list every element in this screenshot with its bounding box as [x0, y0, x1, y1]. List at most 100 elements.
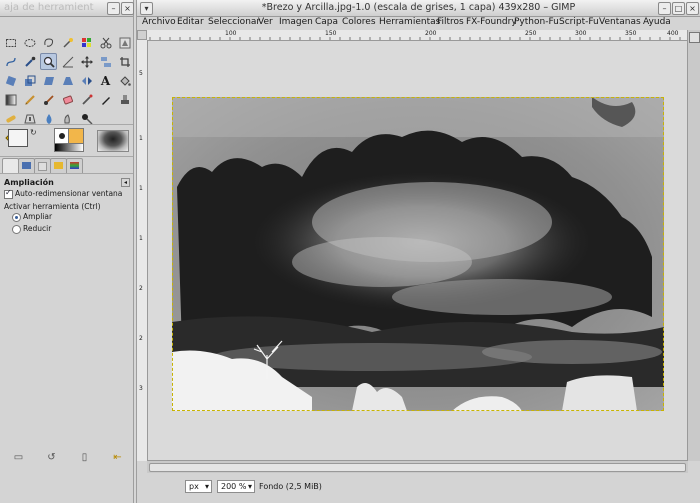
- reset-options-icon[interactable]: ⇤: [111, 452, 124, 465]
- perspective-icon[interactable]: [59, 72, 76, 89]
- foreground-color[interactable]: [8, 129, 28, 147]
- undo-history-tab[interactable]: [34, 158, 51, 174]
- menu-ver[interactable]: Ver: [258, 17, 273, 27]
- menu-imagen[interactable]: Imagen: [279, 17, 313, 27]
- pencil-icon[interactable]: [21, 91, 38, 108]
- horizontal-scrollbar[interactable]: [147, 460, 688, 473]
- measure-icon[interactable]: [59, 53, 76, 70]
- menu-fx-foundry[interactable]: FX-Foundry: [466, 17, 517, 27]
- ruler-label: 1: [139, 185, 143, 192]
- gradient-icon[interactable]: [2, 91, 19, 108]
- image-titlebar[interactable]: ▾ *Brezo y Arcilla.jpg-1.0 (escala de gr…: [137, 0, 700, 17]
- images-tab[interactable]: [50, 158, 67, 174]
- paintbrush-icon[interactable]: [40, 91, 57, 108]
- scale-icon[interactable]: [21, 72, 38, 89]
- menu-ayuda[interactable]: Ayuda: [643, 17, 671, 27]
- delete-options-icon[interactable]: ▯: [78, 452, 91, 465]
- move-icon[interactable]: [78, 53, 95, 70]
- tool-options-tab[interactable]: [2, 158, 19, 174]
- separator: [0, 124, 133, 125]
- layers-tab[interactable]: [66, 158, 83, 174]
- shear-icon[interactable]: [40, 72, 57, 89]
- ruler-label: 1: [139, 135, 143, 142]
- scissors-icon[interactable]: [97, 34, 114, 51]
- ruler-label: 150: [325, 30, 337, 37]
- restore-options-icon[interactable]: ↺: [45, 452, 58, 465]
- zoom-value: 200 %: [221, 482, 247, 491]
- zoom-select[interactable]: 200 % ▾: [217, 480, 255, 493]
- menu-script-fu[interactable]: Script-Fu: [559, 17, 599, 27]
- swap-colors-icon[interactable]: ↻: [30, 128, 37, 137]
- ruler-label: 400: [667, 30, 679, 37]
- lasso-tool[interactable]: [40, 34, 57, 51]
- color-select-icon[interactable]: [78, 34, 95, 51]
- vertical-scrollbar[interactable]: [687, 30, 700, 461]
- rotate-icon[interactable]: [2, 72, 19, 89]
- menu-archivo[interactable]: Archivo: [142, 17, 176, 27]
- menu-ventanas[interactable]: Ventanas: [599, 17, 641, 27]
- close-icon[interactable]: ×: [121, 2, 134, 15]
- color-picker-icon[interactable]: [21, 53, 38, 70]
- zoom-in-radio[interactable]: [12, 213, 21, 222]
- bucket-fill-icon[interactable]: [116, 72, 133, 89]
- menu-capa[interactable]: Capa: [315, 17, 338, 27]
- rect-select-tool[interactable]: [2, 34, 19, 51]
- paths-tool[interactable]: [2, 53, 19, 70]
- toolbox-title: aja de herramient: [4, 2, 94, 13]
- toolbox-window: aja de herramient – × A ↻ Ampliación ◂ ✓…: [0, 0, 134, 503]
- close-icon[interactable]: ×: [686, 2, 699, 15]
- zoom-out-radio[interactable]: [12, 225, 21, 234]
- airbrush-icon[interactable]: [78, 91, 95, 108]
- align-icon[interactable]: [97, 53, 114, 70]
- gradient-preview[interactable]: [54, 143, 84, 152]
- ruler-label: 2: [139, 335, 143, 342]
- pattern-preview[interactable]: [68, 128, 84, 144]
- image-window: ▾ *Brezo y Arcilla.jpg-1.0 (escala de gr…: [136, 0, 700, 503]
- menu-filtros[interactable]: Filtros: [437, 17, 464, 27]
- toggle-label: Activar herramienta (Ctrl): [4, 202, 101, 211]
- active-image-thumbnail[interactable]: [97, 130, 129, 152]
- canvas-area[interactable]: [148, 41, 689, 461]
- auto-resize-checkbox[interactable]: ✓: [4, 188, 13, 199]
- crop-icon[interactable]: [116, 53, 133, 70]
- foreground-select-icon[interactable]: [116, 34, 133, 51]
- device-status-tab[interactable]: [18, 158, 35, 174]
- tab-menu-icon[interactable]: ◂: [121, 178, 130, 187]
- ruler-label: 1: [139, 235, 143, 242]
- navigate-icon[interactable]: [689, 32, 700, 43]
- menu-herramientas[interactable]: Herramientas: [379, 17, 440, 27]
- save-options-icon[interactable]: ▭: [12, 452, 25, 465]
- menu-python-fu[interactable]: Python-Fu: [514, 17, 559, 27]
- ink-icon[interactable]: [97, 91, 114, 108]
- menu-editar[interactable]: Editar: [177, 17, 204, 27]
- zoom-tool[interactable]: [40, 53, 57, 70]
- chevron-down-icon: ▾: [204, 482, 209, 491]
- clone-icon[interactable]: [116, 91, 133, 108]
- menu-colores[interactable]: Colores: [342, 17, 376, 27]
- toolbox-titlebar[interactable]: aja de herramient – ×: [0, 0, 134, 17]
- minimize-icon[interactable]: –: [658, 2, 671, 15]
- minimize-icon[interactable]: –: [107, 2, 120, 15]
- zoom-out-label: Reducir: [23, 224, 52, 233]
- vertical-ruler[interactable]: 5 1 1 1 2 2 3: [137, 40, 148, 461]
- ruler-label: 300: [575, 30, 587, 37]
- unit-select[interactable]: px ▾: [185, 480, 212, 493]
- text-tool-icon[interactable]: A: [97, 72, 114, 89]
- scrollbar-thumb[interactable]: [149, 463, 686, 472]
- ruler-label: 100: [225, 30, 237, 37]
- layer-info: Fondo (2,5 MiB): [259, 482, 322, 491]
- fuzzy-select-icon[interactable]: [59, 34, 76, 51]
- menu-seleccionar[interactable]: Seleccionar: [208, 17, 260, 27]
- maximize-icon[interactable]: □: [672, 2, 685, 15]
- image-window-title: *Brezo y Arcilla.jpg-1.0 (escala de gris…: [261, 2, 576, 13]
- layer-boundary: [172, 97, 664, 411]
- ellipse-select-tool[interactable]: [21, 34, 38, 51]
- horizontal-ruler[interactable]: 100 150 200 250 300 350 400: [147, 30, 688, 41]
- separator: [0, 156, 133, 157]
- tool-options-buttons: ▭ ↺ ▯ ⇤: [0, 448, 133, 470]
- zoom-in-label: Ampliar: [23, 212, 53, 221]
- quick-mask-toggle[interactable]: [137, 30, 147, 40]
- flip-icon[interactable]: [78, 72, 95, 89]
- eraser-icon[interactable]: [59, 91, 76, 108]
- ruler-label: 3: [139, 385, 143, 392]
